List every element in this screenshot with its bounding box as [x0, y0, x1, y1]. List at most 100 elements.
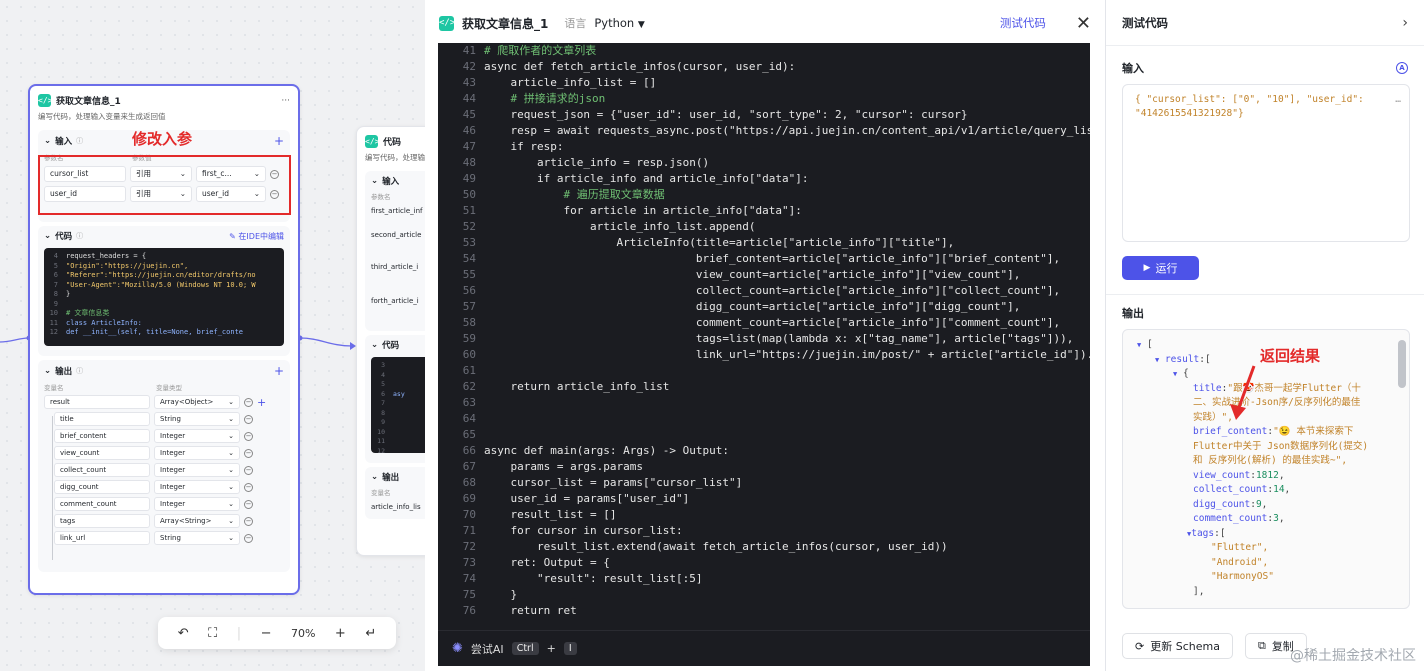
code-line[interactable]: 69 user_id = params["user_id"] — [438, 491, 1090, 507]
output-name-input[interactable]: comment_count — [54, 497, 150, 511]
code-line[interactable]: 59 tags=list(map(lambda x: x["tag_name"]… — [438, 331, 1090, 347]
scrollbar-thumb[interactable] — [1398, 340, 1406, 388]
code-line[interactable]: 74 "result": result_list[:5] — [438, 571, 1090, 587]
code-node-2[interactable]: </> 代码 编写代码，处理输 ⌄ 输入 参数名 first_article_in… — [356, 126, 425, 556]
collapse-icon[interactable]: ⌄ — [371, 176, 378, 186]
remove-output-icon[interactable]: − — [244, 397, 253, 407]
test-code-button[interactable]: 测试代码 — [1000, 15, 1046, 31]
code-line[interactable]: 54 brief_content=article["article_info"]… — [438, 251, 1090, 267]
code-line[interactable]: 70 result_list = [] — [438, 507, 1090, 523]
test-input-editor[interactable]: { "cursor_list": ["0", "10"], "user_id":… — [1122, 84, 1410, 242]
expand-triangle-icon[interactable]: ▼ — [1155, 356, 1159, 364]
output-name-input[interactable]: brief_content — [54, 429, 150, 443]
code-line[interactable]: 64 — [438, 411, 1090, 427]
remove-output-icon[interactable]: − — [244, 431, 253, 441]
code-line[interactable]: 71 for cursor in cursor_list: — [438, 523, 1090, 539]
scrollbar[interactable] — [1398, 330, 1408, 608]
run-button[interactable]: ▶ 运行 — [1122, 256, 1199, 280]
output-type-select[interactable]: Integer ⌄ — [154, 463, 240, 477]
output-type-select[interactable]: Integer ⌄ — [154, 446, 240, 460]
code-line[interactable]: 55 view_count=article["article_info"]["v… — [438, 267, 1090, 283]
mini-code-preview[interactable]: 3 4 5 6 asy 7 8 9 10 11 12 — [371, 357, 425, 453]
output-type-select[interactable]: Integer ⌄ — [154, 497, 240, 511]
code-line[interactable]: 43 article_info_list = [] — [438, 75, 1090, 91]
add-output-button[interactable]: + — [274, 364, 284, 378]
code-line[interactable]: 63 — [438, 395, 1090, 411]
code-line[interactable]: 75 } — [438, 587, 1090, 603]
zoom-level[interactable]: 70% — [291, 627, 315, 640]
more-icon[interactable]: ··· — [281, 96, 290, 106]
output-name-input[interactable]: result — [44, 395, 150, 409]
output-type-select[interactable]: Array<Object> ⌄ — [154, 395, 240, 409]
code-line[interactable]: 57 digg_count=article["article_info"]["d… — [438, 299, 1090, 315]
code-line[interactable]: 52 article_info_list.append( — [438, 219, 1090, 235]
collapse-icon[interactable]: ⌄ — [44, 231, 51, 241]
output-name-input[interactable]: digg_count — [54, 480, 150, 494]
remove-output-icon[interactable]: − — [244, 482, 253, 492]
expand-triangle-icon[interactable]: ▼ — [1137, 341, 1141, 349]
ai-generate-icon[interactable]: A — [1396, 62, 1408, 74]
code-line[interactable]: 61 — [438, 363, 1090, 379]
add-input-button[interactable]: + — [274, 134, 284, 148]
collapse-icon[interactable]: ⌄ — [44, 136, 51, 146]
code-line[interactable]: 60 link_url="https://juejin.im/post/" + … — [438, 347, 1090, 363]
code-line[interactable]: 42 async def fetch_article_infos(cursor, … — [438, 59, 1090, 75]
code-line[interactable]: 68 cursor_list = params["cursor_list"] — [438, 475, 1090, 491]
code-line[interactable]: 47 if resp: — [438, 139, 1090, 155]
code-line[interactable]: 65 — [438, 427, 1090, 443]
collapse-icon[interactable]: ⌄ — [371, 340, 378, 350]
output-name-input[interactable]: title — [54, 412, 150, 426]
mini-code-preview[interactable]: 4 request_headers = {5 "Origin":"https://… — [44, 248, 284, 346]
output-name-input[interactable]: link_url — [54, 531, 150, 545]
test-output-viewer[interactable]: ▼ [ ▼ result:[ ▼ { title:"跟🤡杰哥一起学Flutter… — [1122, 329, 1410, 609]
fit-view-icon[interactable]: ⛶ — [208, 626, 217, 641]
output-name-input[interactable]: view_count — [54, 446, 150, 460]
code-line[interactable]: 44 # 拼接请求的json — [438, 91, 1090, 107]
remove-output-icon[interactable]: − — [244, 414, 253, 424]
language-select[interactable]: Python ▼ — [594, 16, 644, 30]
remove-output-icon[interactable]: − — [244, 499, 253, 509]
remove-output-icon[interactable]: − — [244, 516, 253, 526]
code-line[interactable]: 73 ret: Output = { — [438, 555, 1090, 571]
code-line[interactable]: 66 async def main(args: Args) -> Output: — [438, 443, 1090, 459]
expand-triangle-icon[interactable]: ▼ — [1173, 370, 1177, 378]
remove-output-icon[interactable]: − — [244, 465, 253, 475]
code-line[interactable]: 72 result_list.extend(await fetch_articl… — [438, 539, 1090, 555]
zoom-in-button[interactable]: + — [335, 626, 346, 641]
code-line[interactable]: 67 params = args.params — [438, 459, 1090, 475]
code-line[interactable]: 41 # 爬取作者的文章列表 — [438, 43, 1090, 59]
output-name-input[interactable]: collect_count — [54, 463, 150, 477]
zoom-out-button[interactable]: − — [261, 626, 272, 641]
edit-in-ide-link[interactable]: ✎ 在IDE中编辑 — [229, 231, 284, 242]
code-line[interactable]: 46 resp = await requests_async.post("htt… — [438, 123, 1090, 139]
remove-output-icon[interactable]: − — [244, 448, 253, 458]
update-schema-button[interactable]: ⟳ 更新 Schema — [1122, 633, 1233, 659]
remove-output-icon[interactable]: − — [244, 533, 253, 543]
code-area[interactable]: 41 # 爬取作者的文章列表 42 async def fetch_article_i… — [438, 43, 1090, 630]
output-type-select[interactable]: String ⌄ — [154, 531, 240, 545]
output-type-select[interactable]: Integer ⌄ — [154, 480, 240, 494]
close-icon[interactable]: ✕ — [1076, 13, 1091, 34]
collapse-icon[interactable]: ⌄ — [371, 472, 378, 482]
code-line[interactable]: 50 # 遍历提取文章数据 — [438, 187, 1090, 203]
output-type-select[interactable]: Array<String> ⌄ — [154, 514, 240, 528]
code-line[interactable]: 58 comment_count=article["article_info"]… — [438, 315, 1090, 331]
code-line[interactable]: 76 return ret — [438, 603, 1090, 619]
code-line[interactable]: 62 return article_info_list — [438, 379, 1090, 395]
try-ai-button[interactable]: 尝试AI — [471, 641, 504, 657]
code-line[interactable]: 56 collect_count=article["article_info"]… — [438, 283, 1090, 299]
output-type-select[interactable]: String ⌄ — [154, 412, 240, 426]
chevron-right-icon[interactable]: › — [1402, 15, 1408, 31]
add-child-icon[interactable]: + — [257, 396, 266, 409]
output-name-input[interactable]: tags — [54, 514, 150, 528]
code-line[interactable]: 48 article_info = resp.json() — [438, 155, 1090, 171]
output-type-select[interactable]: Integer ⌄ — [154, 429, 240, 443]
code-line[interactable]: 49 if article_info and article_info["dat… — [438, 171, 1090, 187]
code-line[interactable]: 51 for article in article_info["data"]: — [438, 203, 1090, 219]
workflow-canvas[interactable]: </> 获取文章信息_1 ··· 编写代码，处理输入变量来生成返回值 ⌄ 输入 … — [0, 0, 425, 671]
code-line[interactable]: 45 request_json = {"user_id": user_id, "… — [438, 107, 1090, 123]
undo-icon[interactable]: ↶ — [178, 626, 189, 641]
code-line[interactable]: 53 ArticleInfo(title=article["article_in… — [438, 235, 1090, 251]
collapse-icon[interactable]: ⌄ — [44, 366, 51, 376]
collapse-icon[interactable]: ↵ — [365, 626, 376, 641]
